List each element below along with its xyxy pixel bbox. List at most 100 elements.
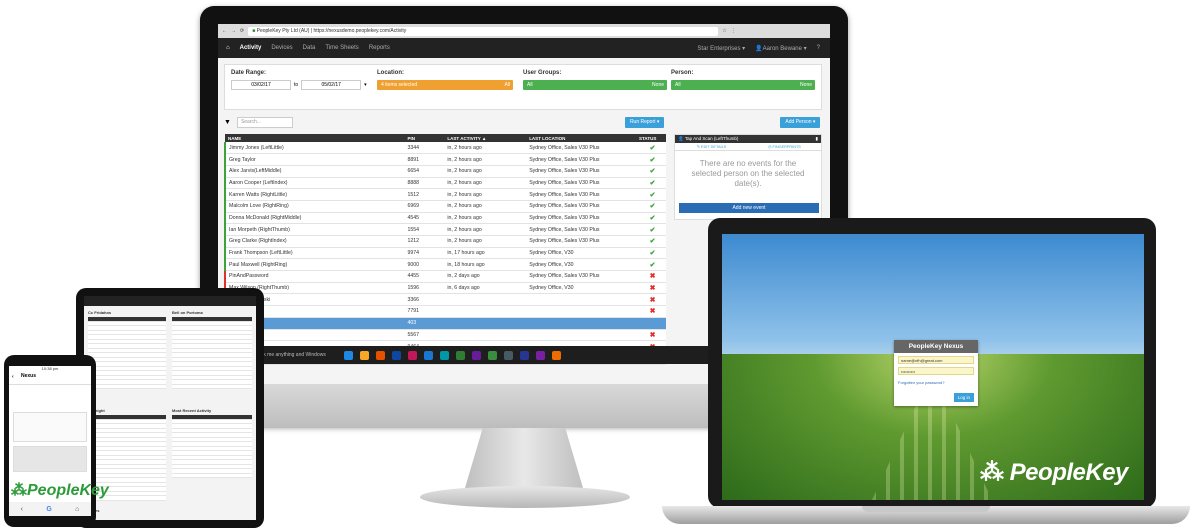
back-icon[interactable]: ‹ [21, 506, 23, 513]
cross-icon: ✖ [636, 305, 666, 318]
table-row[interactable]: Karren Watts (RightLittle) 1512 in, 2 hour… [224, 188, 666, 201]
table-row[interactable]: 7791 ✖ [224, 305, 666, 318]
cell-last-activity: in, 2 hours ago [444, 188, 527, 201]
star-icon[interactable]: ☆ [722, 28, 726, 34]
cell-name: Jimmy Jones (LeftLittle) [224, 142, 405, 155]
table-row[interactable]: Greg Clarke (RightIndex) 1212 in, 2 hours … [224, 235, 666, 248]
taskbar-app-icon[interactable] [456, 350, 465, 360]
table-row[interactable]: Frank Thompson (LeftLittle) 9974 in, 17 ho… [224, 247, 666, 260]
table-row[interactable]: Malcolm Love (RightRing) 6969 in, 2 hours … [224, 200, 666, 213]
cross-icon: ✖ [636, 293, 666, 307]
taskbar-search[interactable]: ask me anything and Windows [258, 352, 326, 358]
help-icon[interactable]: ? [817, 45, 820, 52]
taskbar-app-icon[interactable] [344, 350, 353, 360]
col-last-location[interactable]: LAST LOCATION [526, 134, 637, 142]
home-icon[interactable]: ⌂ [226, 45, 230, 51]
taskbar-app-icon[interactable] [392, 350, 401, 360]
taskbar-app-icon[interactable] [552, 350, 561, 360]
trash-icon[interactable]: ▮ [816, 135, 821, 143]
cell-last-location [526, 317, 637, 330]
groups-none[interactable]: None [652, 80, 667, 90]
table-row[interactable]: Ian Morpeth (RightThumb) 1554 in, 2 hours … [224, 223, 666, 236]
cell-pin: 8888 [404, 177, 445, 190]
table-row[interactable]: Greg Taylor 8891 in, 2 hours ago Sydney Off… [224, 153, 666, 166]
location-all[interactable]: All [504, 80, 513, 90]
user-groups-select[interactable]: All None [523, 80, 667, 90]
col-name[interactable]: NAME [225, 134, 405, 142]
person-label: Person: [671, 70, 694, 76]
login-title: PeopleKey Nexus [894, 340, 978, 353]
taskbar-app-icon[interactable] [504, 350, 513, 360]
person-none[interactable]: None [800, 80, 815, 90]
cell-last-location: Sydney Office, Sales V30 Plus [526, 212, 637, 225]
filter-icon[interactable]: ▼ [224, 119, 231, 126]
taskbar-app-icon[interactable] [440, 350, 449, 360]
location-select[interactable]: 4 items selected All [377, 80, 513, 90]
add-person-button[interactable]: Add Person ▾ [780, 116, 821, 128]
check-icon: ✔ [636, 177, 666, 190]
home-icon[interactable]: ⌂ [75, 506, 79, 513]
table-row[interactable]: Paul Maxwell (RightRing) 9000 in, 18 hours… [224, 258, 666, 272]
col-status[interactable]: STATUS [636, 134, 666, 142]
taskbar-app-icon[interactable] [536, 350, 545, 360]
org-menu[interactable]: Star Enterprises ▾ [697, 45, 745, 52]
nav-activity[interactable]: Activity [240, 45, 262, 51]
taskbar-app-icon[interactable] [488, 350, 497, 360]
menu-icon[interactable]: ⋮ [731, 28, 736, 34]
cell-pin: 3344 [404, 142, 445, 155]
col-pin[interactable]: PIN [404, 134, 445, 142]
taskbar-app-icon[interactable] [408, 350, 417, 360]
date-from-input[interactable]: 03/02/17 [231, 80, 291, 90]
table-row[interactable]: Vesna Gadzievski3366✖ [224, 293, 666, 307]
nav-devices[interactable]: Devices [271, 45, 292, 51]
nav-data[interactable]: Data [303, 45, 316, 51]
google-icon[interactable]: G [46, 506, 51, 513]
people-icon: ⁂ [11, 482, 27, 499]
date-to-label: to [294, 82, 299, 88]
user-icon: 👤 [755, 45, 763, 52]
table-row[interactable]: Donna McDonald (RightMiddle) 4545 in, 2 ho… [224, 212, 666, 225]
taskbar-app-icon[interactable] [424, 350, 433, 360]
forgot-password-link[interactable]: Forgotten your password? [898, 380, 978, 385]
user-menu[interactable]: 👤Aaron Bewane ▾ [755, 45, 807, 52]
add-event-button[interactable]: Add new event [679, 203, 819, 213]
table-row[interactable]: Max Wilson (RightThumb) 1596 in, 6 days ag… [224, 282, 666, 295]
tab-fingerprints[interactable]: ◎ FINGERPRINTS [748, 143, 821, 150]
taskbar-app-icon[interactable] [472, 350, 481, 360]
table-row[interactable]: 5567 ✖ [224, 329, 666, 342]
login-button[interactable]: Log in [953, 393, 974, 402]
cell-last-location: Sydney Office, Sales V30 Plus [526, 235, 637, 248]
reload-icon[interactable]: ⟳ [240, 28, 244, 34]
email-field[interactable]: name@nfh@great.com [898, 356, 974, 364]
cell-last-activity: in, 2 hours ago [444, 200, 527, 213]
cell-last-activity: in, 2 hours ago [444, 165, 527, 178]
table-row[interactable]: 403 [225, 317, 666, 330]
back-icon[interactable]: ← [222, 28, 227, 34]
taskbar-app-icon[interactable] [520, 350, 529, 360]
table-row[interactable]: Jimmy Jones (LeftLittle) 3344 in, 2 hours … [224, 142, 666, 155]
check-icon: ✔ [636, 200, 666, 213]
person-select[interactable]: All None [671, 80, 815, 90]
cell-last-activity [444, 329, 527, 342]
address-bar[interactable]: ■ PeopleKey Pty Ltd (AU) | https://nexus… [248, 26, 719, 36]
nav-time-sheets[interactable]: Time Sheets [325, 45, 358, 51]
search-input[interactable]: Search... [236, 116, 293, 128]
password-field[interactable]: •••••••••• [898, 367, 974, 375]
cross-icon: ✖ [636, 329, 666, 342]
cell-name: Alex Jarvis(LeftMiddle) [224, 165, 405, 178]
taskbar-app-icon[interactable] [360, 350, 369, 360]
table-row[interactable]: Alex Jarvis(LeftMiddle) 6654 in, 2 hours a… [224, 165, 666, 178]
run-report-button[interactable]: Run Report ▾ [624, 116, 665, 128]
table-row[interactable]: PinAndPassword 4455 in, 2 days ago Sydney O… [224, 270, 666, 283]
date-to-input[interactable]: 05/02/17 [301, 80, 362, 90]
back-chevron-icon[interactable]: ‹ [12, 374, 14, 380]
tab-edit-details[interactable]: ✎ EDIT DETAILS [675, 143, 748, 150]
tab-fingerprints-label: FINGERPRINTS [772, 145, 801, 149]
col-last-activity[interactable]: LAST ACTIVITY ▲ [444, 134, 527, 142]
taskbar-app-icon[interactable] [376, 350, 385, 360]
cell-last-activity: in, 2 hours ago [444, 235, 527, 248]
table-row[interactable]: Aaron Cooper (LeftIndex) 8888 in, 2 hours … [224, 177, 666, 190]
calendar-chevron-icon[interactable]: ▾ [364, 82, 367, 88]
forward-icon[interactable]: → [231, 28, 236, 34]
nav-reports[interactable]: Reports [369, 45, 390, 51]
